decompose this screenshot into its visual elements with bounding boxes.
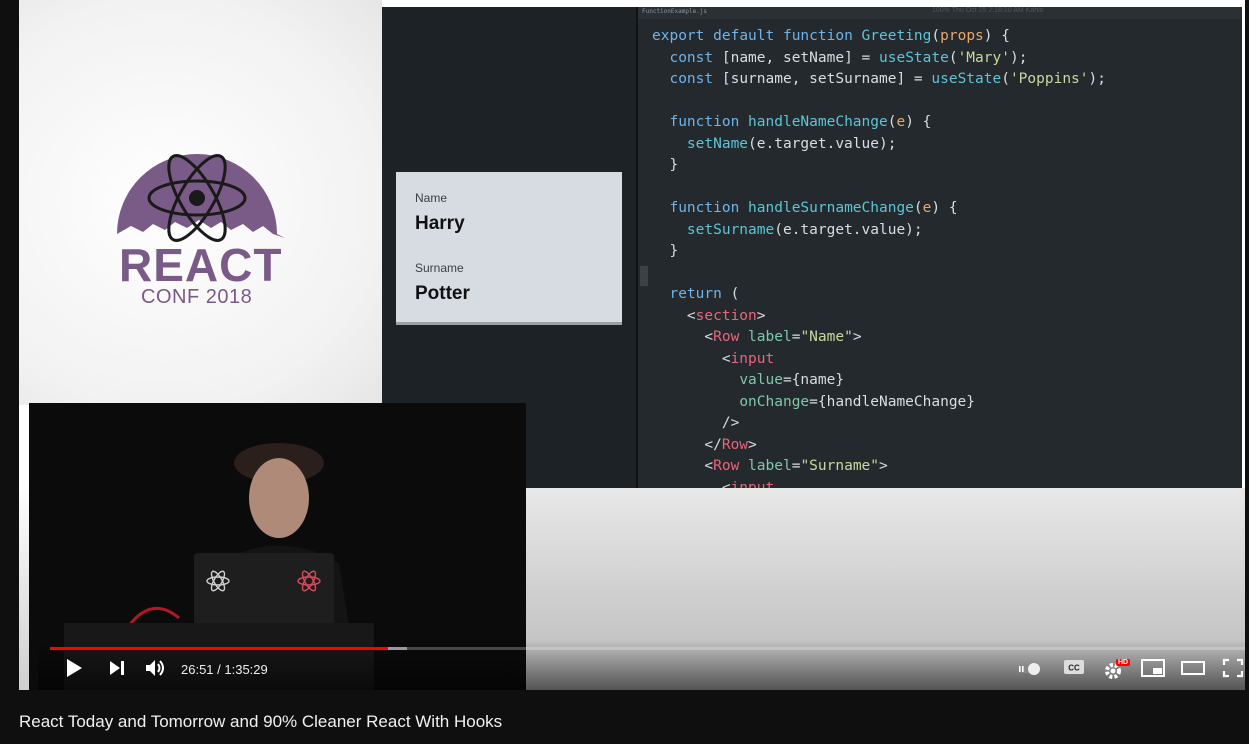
player-controls: 26:51 / 1:35:29 CC HD xyxy=(38,640,1245,690)
code-editor: FunctionExample.js 100% Thu Oct 25 2:18:… xyxy=(636,7,1242,488)
progress-played xyxy=(50,647,388,650)
name-label: Name xyxy=(415,191,448,205)
react-logo-text: REACT xyxy=(119,239,283,291)
fullscreen-icon[interactable] xyxy=(1222,658,1244,678)
conf-year-text: CONF 2018 xyxy=(141,286,253,308)
theater-mode-icon[interactable] xyxy=(1181,658,1205,678)
next-icon[interactable] xyxy=(107,658,127,678)
surname-label: Surname xyxy=(415,261,464,275)
captions-icon[interactable]: CC xyxy=(1063,658,1085,676)
surname-value: Potter xyxy=(415,283,470,304)
mac-menubar: 100% Thu Oct 25 2:18:10 AM Kahlo xyxy=(932,7,1044,14)
volume-icon[interactable] xyxy=(144,658,168,678)
editor-tab: FunctionExample.js xyxy=(642,8,708,15)
play-icon[interactable] xyxy=(64,658,84,678)
video-player[interactable]: REACT CONF 2018 Name Harry Surname Potte… xyxy=(19,0,1245,690)
settings-button[interactable]: HD xyxy=(1102,656,1131,680)
video-title[interactable]: React Today and Tomorrow and 90% Cleaner… xyxy=(19,712,502,732)
progress-bar[interactable] xyxy=(50,647,1245,650)
editor-tab-bar: FunctionExample.js 100% Thu Oct 25 2:18:… xyxy=(638,7,1242,19)
svg-text:CC: CC xyxy=(1068,664,1080,673)
miniplayer-icon[interactable] xyxy=(1141,658,1165,678)
time-display: 26:51 / 1:35:29 xyxy=(181,662,268,677)
name-value: Harry xyxy=(415,213,465,234)
hd-badge: HD xyxy=(1116,659,1131,666)
gutter-marker xyxy=(640,266,648,286)
code-block: export default function Greeting(props) … xyxy=(652,28,1106,488)
conference-slide: REACT CONF 2018 xyxy=(19,0,382,405)
autoplay-toggle-icon[interactable] xyxy=(1016,662,1042,676)
greeting-card: Name Harry Surname Potter xyxy=(396,172,622,322)
